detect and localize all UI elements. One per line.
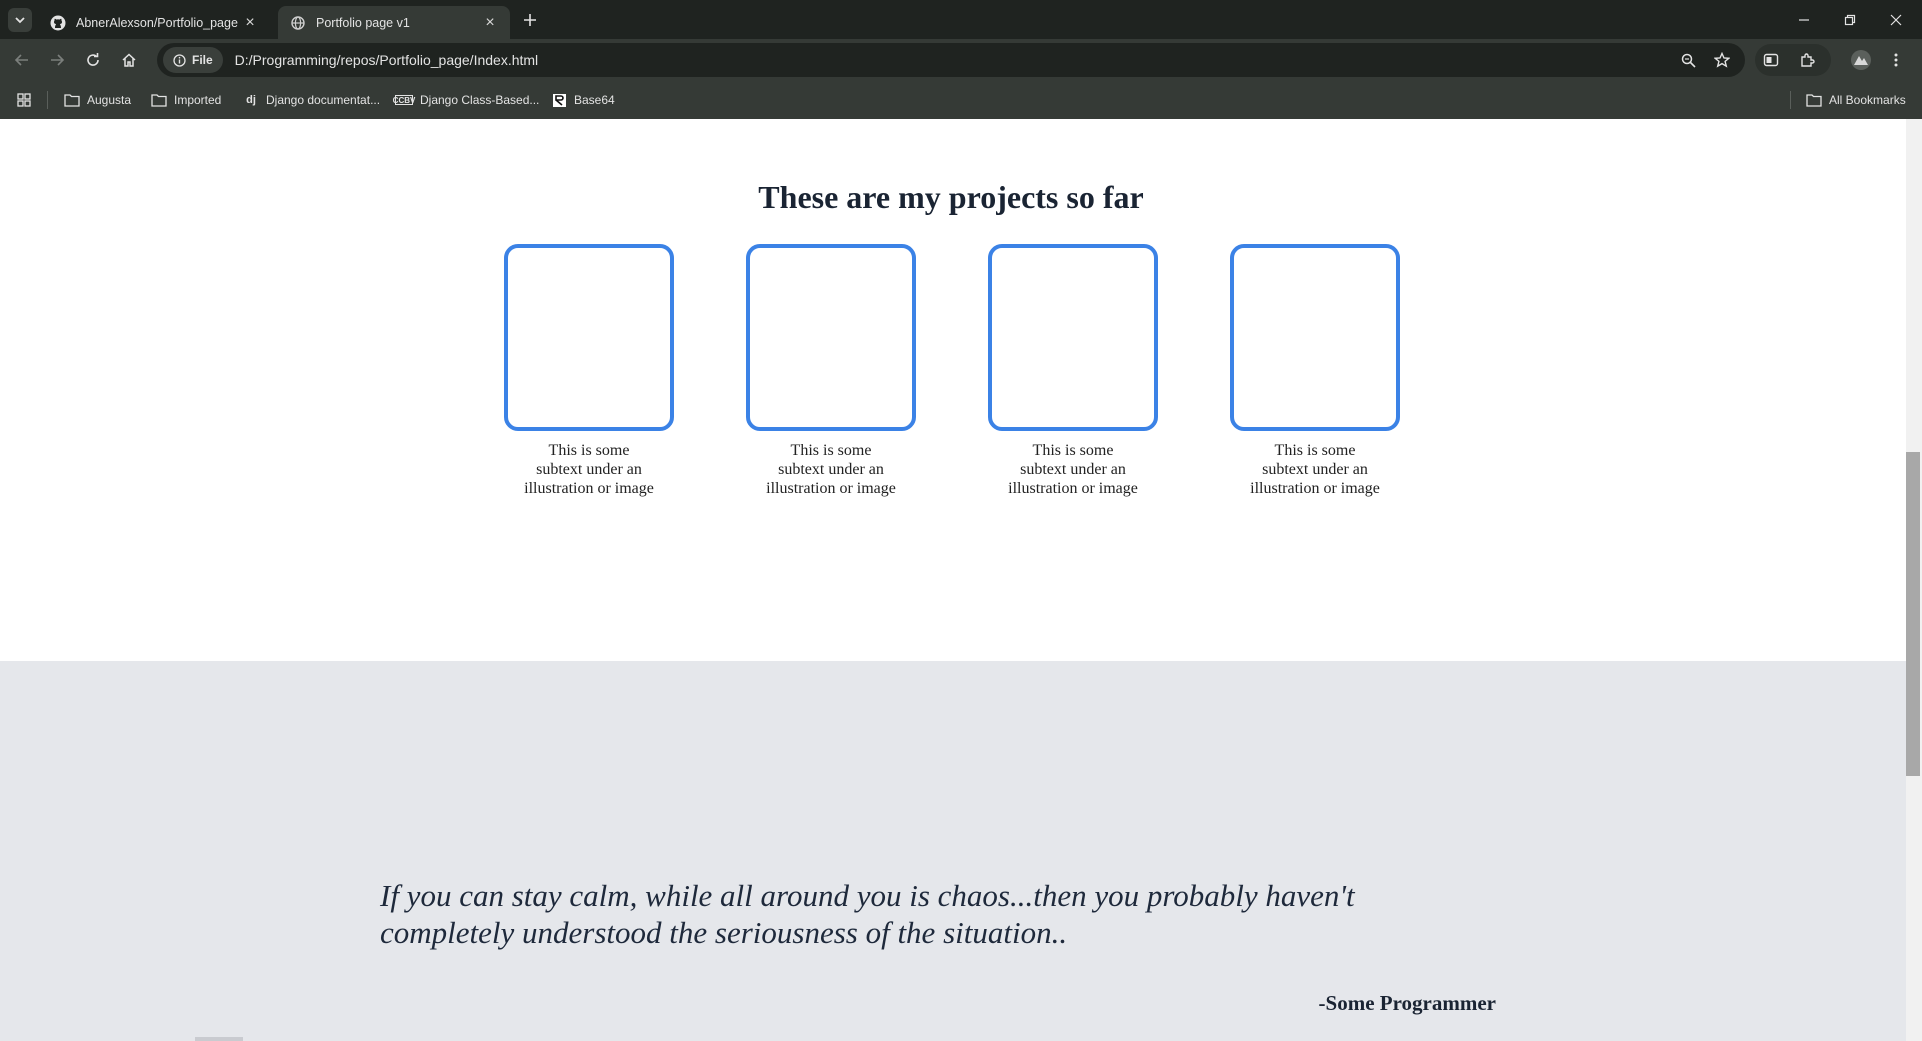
quote-section: If you can stay calm, while all around y… xyxy=(0,661,1906,1041)
project-card[interactable]: This is some subtext under an illustrati… xyxy=(504,244,674,498)
bookmark-base64[interactable]: Base64 xyxy=(551,89,615,111)
project-card[interactable]: This is some subtext under an illustrati… xyxy=(746,244,916,498)
arrow-left-icon xyxy=(14,54,28,66)
url-text[interactable]: D:/Programming/repos/Portfolio_page/Inde… xyxy=(235,52,538,68)
info-icon xyxy=(173,53,186,67)
quote-author: -Some Programmer xyxy=(1318,991,1496,1015)
tab-portfolio[interactable]: Portfolio page v1 × xyxy=(278,6,510,39)
close-window-button[interactable] xyxy=(1874,0,1918,39)
extensions-button[interactable] xyxy=(1793,47,1821,73)
base64-icon xyxy=(551,92,567,108)
bookmarks-divider xyxy=(1790,91,1791,109)
bookmark-label: Django documentat... xyxy=(266,93,381,107)
back-button[interactable] xyxy=(9,47,35,73)
page-viewport: These are my projects so far This is som… xyxy=(0,119,1906,1041)
site-info-chip[interactable]: File xyxy=(163,47,223,73)
browser-menu-button[interactable] xyxy=(1882,47,1910,73)
browser-toolbar: File D:/Programming/repos/Portfolio_page… xyxy=(0,39,1922,81)
reload-button[interactable] xyxy=(80,47,106,73)
close-icon xyxy=(1890,14,1902,25)
reading-mode-button[interactable] xyxy=(1757,47,1785,73)
tab-strip: AbnerAlexson/Portfolio_page × Portfolio … xyxy=(0,0,1922,39)
bookmark-label: Imported xyxy=(174,93,222,107)
all-bookmarks-label: All Bookmarks xyxy=(1829,93,1906,107)
bookmark-django-docs[interactable]: dj Django documentat... xyxy=(243,89,380,111)
tab-title: Portfolio page v1 xyxy=(316,15,410,30)
minimize-button[interactable] xyxy=(1782,0,1826,39)
home-button[interactable] xyxy=(116,47,142,73)
more-vertical-icon xyxy=(1894,53,1898,67)
avatar-icon xyxy=(1851,50,1871,70)
project-caption: This is some subtext under an illustrati… xyxy=(1008,442,1138,497)
projects-heading: These are my projects so far xyxy=(758,179,1144,215)
bookmark-star-button[interactable] xyxy=(1709,47,1735,73)
project-image-placeholder[interactable] xyxy=(1230,244,1400,431)
bookmarks-divider xyxy=(47,91,48,109)
bookmark-imported[interactable]: Imported xyxy=(151,89,221,111)
project-card[interactable]: This is some subtext under an illustrati… xyxy=(1230,244,1400,498)
project-caption: This is some subtext under an illustrati… xyxy=(1250,442,1380,497)
folder-icon xyxy=(64,92,80,108)
bookmark-label: Augusta xyxy=(87,93,132,107)
puzzle-icon xyxy=(1801,53,1815,67)
project-image-placeholder[interactable] xyxy=(746,244,916,431)
tab-github[interactable]: AbnerAlexson/Portfolio_page × xyxy=(38,6,270,39)
github-icon xyxy=(50,15,66,31)
restore-button[interactable] xyxy=(1828,0,1872,39)
chevron-down-icon xyxy=(15,17,25,24)
folder-icon xyxy=(151,92,167,108)
apps-grid-icon xyxy=(16,92,32,108)
sidepanel-icon xyxy=(1763,53,1779,67)
site-info-label: File xyxy=(192,53,213,67)
globe-icon xyxy=(290,15,306,31)
tab-title: AbnerAlexson/Portfolio_page xyxy=(76,15,238,30)
forward-button[interactable] xyxy=(44,47,70,73)
project-card[interactable]: This is some subtext under an illustrati… xyxy=(988,244,1158,498)
tab-search-button[interactable] xyxy=(8,8,32,32)
apps-button[interactable] xyxy=(16,89,32,111)
project-cards: This is some subtext under an illustrati… xyxy=(504,244,1404,544)
zoom-button[interactable] xyxy=(1675,47,1701,73)
bookmark-augusta[interactable]: Augusta xyxy=(64,89,131,111)
bookmark-django-cbv[interactable]: CCBV Django Class-Based... xyxy=(392,89,540,111)
ccbv-icon: CCBV xyxy=(392,95,416,105)
folder-icon xyxy=(1806,92,1822,108)
bookmarks-bar: Augusta Imported dj Django documentat...… xyxy=(0,81,1922,119)
close-tab-icon[interactable]: × xyxy=(482,14,498,31)
horizontal-scrollbar-thumb[interactable] xyxy=(195,1037,243,1041)
plus-icon xyxy=(524,14,536,26)
bookmark-label: Base64 xyxy=(574,93,615,107)
profile-button[interactable] xyxy=(1847,47,1875,73)
star-icon xyxy=(1714,52,1730,68)
restore-icon xyxy=(1844,14,1856,25)
close-tab-icon[interactable]: × xyxy=(242,14,258,31)
vertical-scrollbar-thumb[interactable] xyxy=(1906,452,1920,776)
address-bar[interactable]: File D:/Programming/repos/Portfolio_page… xyxy=(157,43,1745,77)
new-tab-button[interactable] xyxy=(518,8,542,32)
all-bookmarks-button[interactable]: All Bookmarks xyxy=(1806,89,1906,111)
project-caption: This is some subtext under an illustrati… xyxy=(524,442,654,497)
minimize-icon xyxy=(1799,18,1809,21)
project-image-placeholder[interactable] xyxy=(504,244,674,431)
magnifier-icon xyxy=(1681,53,1696,68)
django-icon: dj xyxy=(246,94,256,106)
home-icon xyxy=(122,53,136,67)
arrow-right-icon xyxy=(51,54,65,66)
reload-icon xyxy=(87,53,99,66)
bookmark-label: Django Class-Based... xyxy=(420,93,540,107)
project-caption: This is some subtext under an illustrati… xyxy=(766,442,896,497)
quote-text: If you can stay calm, while all around y… xyxy=(380,878,1355,950)
project-image-placeholder[interactable] xyxy=(988,244,1158,431)
